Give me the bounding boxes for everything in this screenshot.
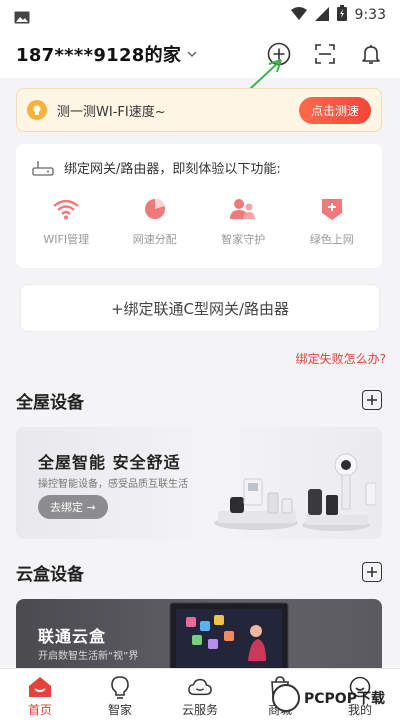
feature-family-guard[interactable]: 智家守护 [203,195,283,247]
watermark-text: PCPOP下载 [304,691,385,707]
home-icon [28,675,52,699]
status-time: 9:33 [354,7,386,23]
bind-card-title: 绑定网关/路由器，即刻体验以下功能: [64,162,281,177]
home-page: 测一测WI-FI速度~ 点击测速 绑定网关/路由器，即刻体验以下功能: WIFI… [0,78,400,718]
tab-label: 云服务 [181,703,218,717]
feature-speed-allocation[interactable]: 网速分配 [115,195,195,247]
bind-fail-help-link[interactable]: 绑定失败怎么办? [296,350,386,367]
plus-icon [367,567,377,577]
battery-icon [336,5,347,25]
family-guard-icon [228,195,258,223]
cloud-box-promo-banner[interactable]: 联通云盒 开启数智生活新“视”界 [16,599,382,679]
feature-label: WIFI管理 [43,233,90,246]
add-cloud-box-device-button[interactable] [362,562,382,582]
watermark: PCPOP下载 [272,680,400,716]
scan-icon [315,44,335,64]
feature-label: 网速分配 [132,233,177,246]
home-selector[interactable]: 187****9128的家 [16,41,181,67]
plus-icon [367,395,377,405]
speed-test-banner[interactable]: 测一测WI-FI速度~ 点击测速 [16,88,382,132]
tab-smart-home[interactable]: 智家 [80,669,160,720]
speed-test-text: 测一测WI-FI速度~ [57,104,166,120]
notification-button[interactable] [358,41,384,67]
tab-cloud-service[interactable]: 云服务 [160,669,240,720]
section-title-whole-home: 全屋设备 [16,393,84,413]
promo-title: 全屋智能 安全舒适 [38,453,181,472]
cloud-icon [188,675,212,699]
smart-devices-illustration [214,453,376,531]
promo-subtitle: 操控智能设备，感受品质互联生活 [38,479,188,490]
wifi-icon [51,195,81,223]
feature-row: WIFI管理 网速分配 智家守护 绿色上网 [16,177,382,247]
feature-green-web[interactable]: 绿色上网 [292,195,372,247]
feature-label: 绿色上网 [309,233,354,246]
tab-label: 首页 [27,703,52,717]
router-icon [32,159,54,177]
promo-title: 联通云盒 [38,627,107,646]
feature-wifi-manage[interactable]: WIFI管理 [26,195,106,247]
bind-router-card: 绑定网关/路由器，即刻体验以下功能: WIFI管理 网速分配 智家守护 绿色上网 [16,144,382,268]
status-bar: 9:33 [0,0,400,30]
green-web-icon [317,195,347,223]
app-header: 187****9128的家 [0,30,400,78]
add-whole-home-device-button[interactable] [362,390,382,410]
chevron-down-icon[interactable] [187,50,197,58]
feature-label: 智家守护 [221,233,266,246]
bell-icon [362,45,380,64]
section-title-cloud-box: 云盒设备 [16,565,84,585]
wifi-status-icon [290,6,307,25]
pie-chart-icon [140,195,170,223]
tab-home[interactable]: 首页 [0,669,80,720]
bind-unicom-router-button[interactable]: +绑定联通C型网关/路由器 [20,284,380,332]
tab-label: 智家 [107,703,132,717]
speed-test-icon [27,100,47,120]
signal-icon [314,6,329,25]
gallery-icon [14,9,30,23]
whole-home-promo-banner[interactable]: 全屋智能 安全舒适 操控智能设备，感受品质互联生活 去绑定 → [16,427,382,539]
go-bind-button[interactable]: 去绑定 → [38,495,108,519]
speed-test-button[interactable]: 点击测速 [298,96,371,124]
bulb-icon [108,675,132,699]
scan-button[interactable] [312,41,338,67]
promo-subtitle: 开启数智生活新“视”界 [38,651,139,662]
watermark-logo [272,684,300,712]
